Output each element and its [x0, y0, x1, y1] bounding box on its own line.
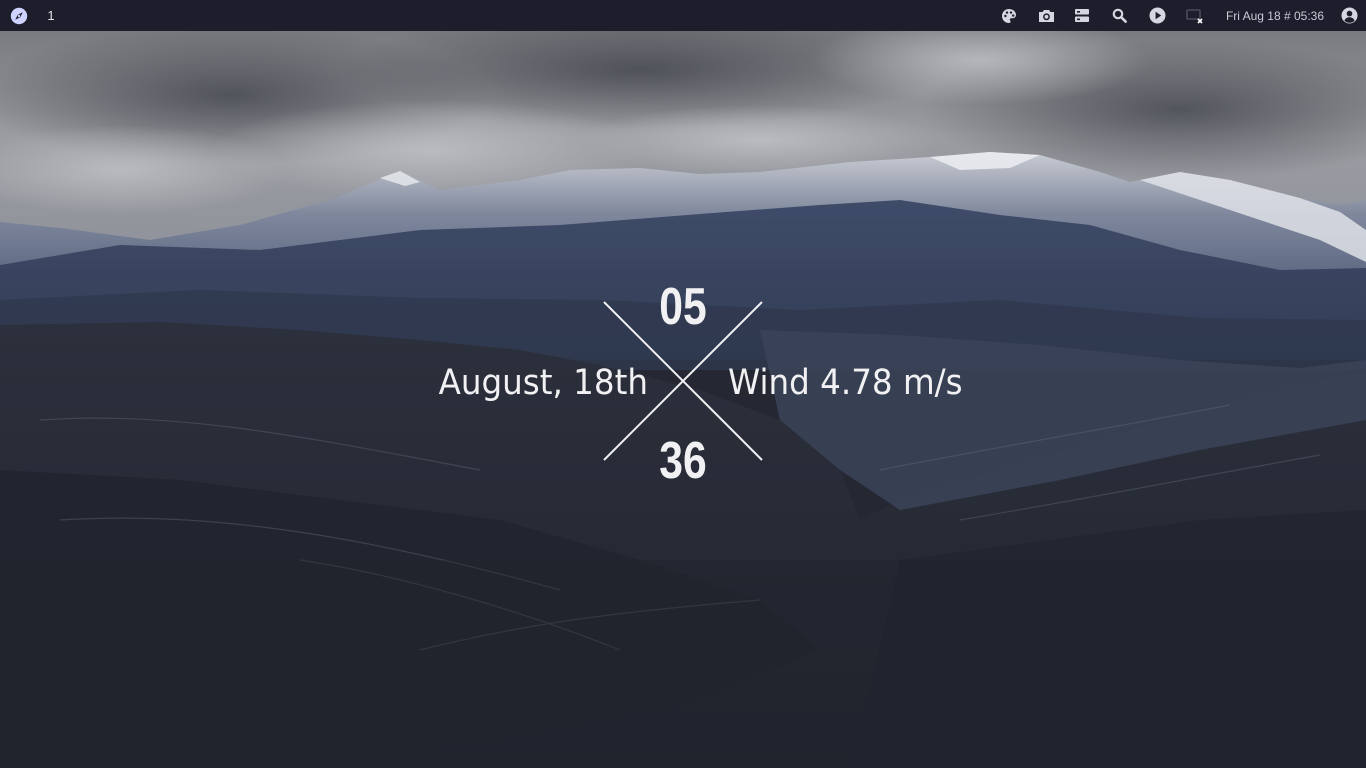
clock-widget: 05 36 August, 18th Wind 4.78 m/s [0, 0, 1366, 768]
workspace-indicator[interactable]: 1 [44, 0, 58, 31]
search-icon[interactable] [1108, 0, 1130, 31]
widget-date: August, 18th [438, 363, 648, 403]
cross-divider [603, 301, 763, 461]
server-icon[interactable] [1071, 0, 1093, 31]
top-panel: 1 Fri Aug 18 # 05:36 [0, 0, 1366, 31]
topbar-clock[interactable]: Fri Aug 18 # 05:36 [1216, 0, 1334, 31]
compass-icon[interactable] [8, 0, 30, 31]
screen-off-icon[interactable] [1184, 0, 1206, 31]
user-circle-icon[interactable] [1338, 0, 1360, 31]
camera-icon[interactable] [1035, 0, 1057, 31]
widget-hour: 05 [659, 278, 707, 336]
widget-weather: Wind 4.78 m/s [728, 363, 963, 403]
play-circle-icon[interactable] [1146, 0, 1168, 31]
desktop: 1 Fri Aug 18 # 05:36 05 36 August, 18th … [0, 0, 1366, 768]
palette-icon[interactable] [998, 0, 1020, 31]
widget-minute: 36 [659, 432, 707, 490]
